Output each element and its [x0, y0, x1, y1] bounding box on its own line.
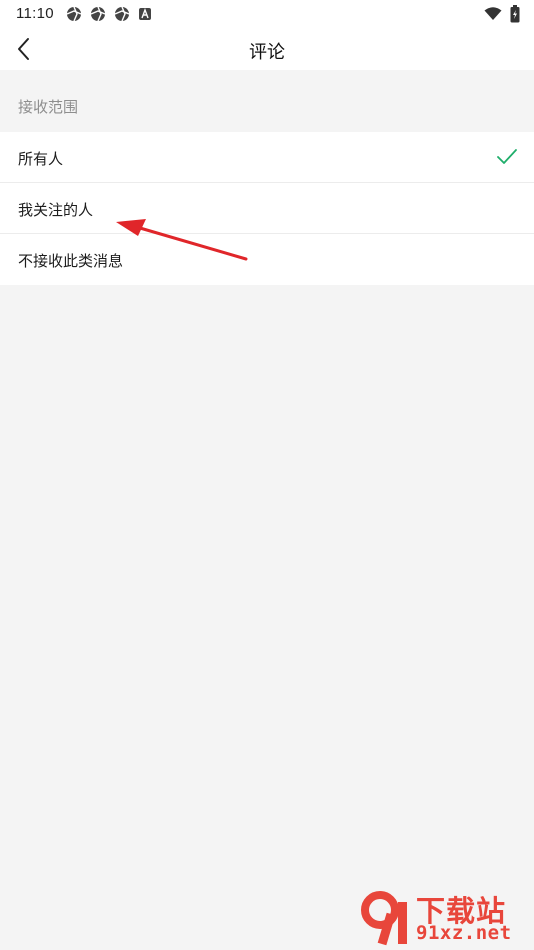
option-label: 所有人	[18, 150, 64, 168]
option-following[interactable]: 我关注的人	[0, 183, 534, 234]
app-header: 评论	[0, 28, 534, 70]
a-badge-icon	[139, 8, 151, 20]
options-list: 所有人 我关注的人 不接收此类消息	[0, 132, 534, 285]
battery-charging-icon	[510, 5, 520, 23]
option-label: 不接收此类消息	[18, 252, 124, 270]
option-label: 我关注的人	[18, 201, 94, 219]
status-time: 11:10	[16, 5, 54, 22]
check-icon	[497, 149, 517, 164]
section-label: 接收范围	[18, 98, 79, 116]
status-icons-right	[484, 5, 520, 23]
watermark: 下载站 91xz.net	[360, 888, 530, 948]
watermark-logo-icon	[361, 891, 407, 946]
option-everyone[interactable]: 所有人	[0, 132, 534, 183]
aperture-icon	[66, 6, 82, 22]
option-none[interactable]: 不接收此类消息	[0, 234, 534, 285]
wifi-icon	[484, 7, 502, 20]
page-title: 评论	[249, 42, 285, 63]
status-bar: 11:10	[0, 0, 534, 28]
aperture-icon	[90, 6, 106, 22]
watermark-domain: 91xz.net	[416, 922, 512, 944]
aperture-icon	[114, 6, 130, 22]
status-icons-left	[66, 6, 152, 22]
section-header: 接收范围	[0, 70, 534, 132]
